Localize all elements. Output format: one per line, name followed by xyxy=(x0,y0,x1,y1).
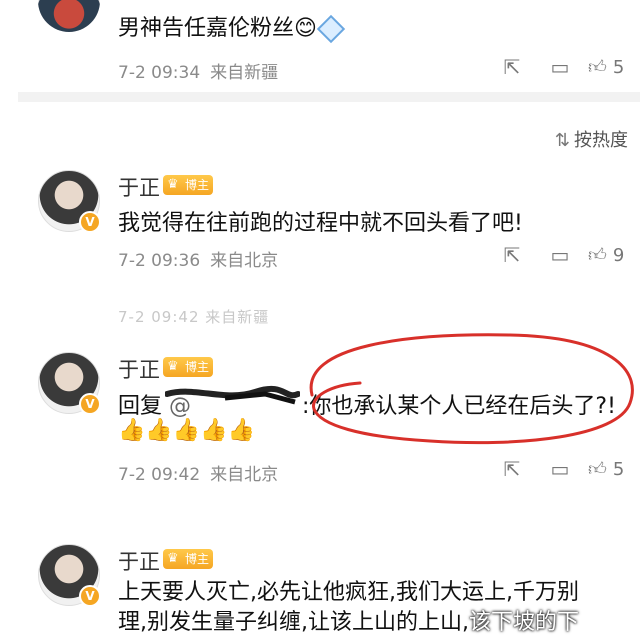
comment-actions: ⇱ ▭ 👍︎ 9 xyxy=(488,242,625,268)
verified-badge-icon: V xyxy=(79,211,101,233)
user-name[interactable]: 于正 xyxy=(118,354,160,384)
comment-actions: ⇱ ▭ 👍︎ 5 xyxy=(488,456,625,482)
thumb-up-icon: 👍︎ xyxy=(588,57,607,78)
comment-actions-top: ⇱ ▭ 👍︎ 5 xyxy=(488,54,625,80)
thumb-up-icon: 👍︎ xyxy=(588,245,607,266)
user-name[interactable]: 于正 xyxy=(118,546,160,576)
comment-icon[interactable]: ▭ xyxy=(536,456,584,482)
thumb-up-icon: 👍︎ xyxy=(588,459,607,480)
like-button[interactable]: 👍︎ 5 xyxy=(588,56,624,79)
comment-icon[interactable]: ▭ xyxy=(536,242,584,268)
comment-meta: 7-2 09:42 来自北京 xyxy=(118,465,279,485)
verified-badge-icon: V xyxy=(79,393,101,415)
watermark-text: 该下坡的下 xyxy=(468,610,579,635)
smile-emoji: 😊 xyxy=(294,16,317,41)
avatar-top[interactable] xyxy=(38,0,100,32)
share-icon[interactable]: ⇱ xyxy=(488,456,536,482)
avatar[interactable]: V xyxy=(38,544,101,607)
share-icon[interactable]: ⇱ xyxy=(488,54,536,80)
blogger-badge: 博主 xyxy=(163,357,214,377)
comment-text: 我觉得在往前跑的过程中就不回头看了吧! xyxy=(118,211,523,236)
blogger-badge: 博主 xyxy=(163,549,214,569)
user-name[interactable]: 于正 xyxy=(118,172,160,202)
sort-toggle[interactable]: ⇅ 按热度 xyxy=(555,126,628,152)
like-button[interactable]: 👍︎ 5 xyxy=(588,458,624,481)
share-icon[interactable]: ⇱ xyxy=(488,242,536,268)
comment-icon[interactable]: ▭ xyxy=(536,54,584,80)
section-divider xyxy=(18,92,640,102)
sort-icon: ⇅ xyxy=(554,130,570,151)
like-button[interactable]: 👍︎ 9 xyxy=(588,244,624,267)
diamond-icon xyxy=(316,14,346,44)
verified-badge-icon: V xyxy=(79,585,101,607)
avatar[interactable]: V xyxy=(38,170,101,233)
comment-meta: 7-2 09:36 来自北京 xyxy=(118,251,279,271)
blogger-badge: 博主 xyxy=(163,175,214,195)
comment-text-line2: 理,别发生量子纠缠,让该上山的上山,该下坡的下 xyxy=(118,610,579,635)
faded-meta-text: 7-2 09:42 来自新疆 xyxy=(118,308,270,326)
comment-text-line1: 上天要人灭亡,必先让他疯狂,我们大运上,千万别 xyxy=(118,580,579,605)
comment-text-top: 男神告任嘉伦粉丝😊 xyxy=(118,10,346,44)
thumbs-emojis: 👍👍👍👍👍 xyxy=(118,418,255,443)
reply-text-main: :你也承认某个人已经在后头了?! xyxy=(302,394,616,419)
avatar[interactable]: V xyxy=(38,352,101,415)
redaction-scribble xyxy=(165,385,300,405)
comment-meta-top: 7-2 09:34 来自新疆 xyxy=(118,63,279,83)
